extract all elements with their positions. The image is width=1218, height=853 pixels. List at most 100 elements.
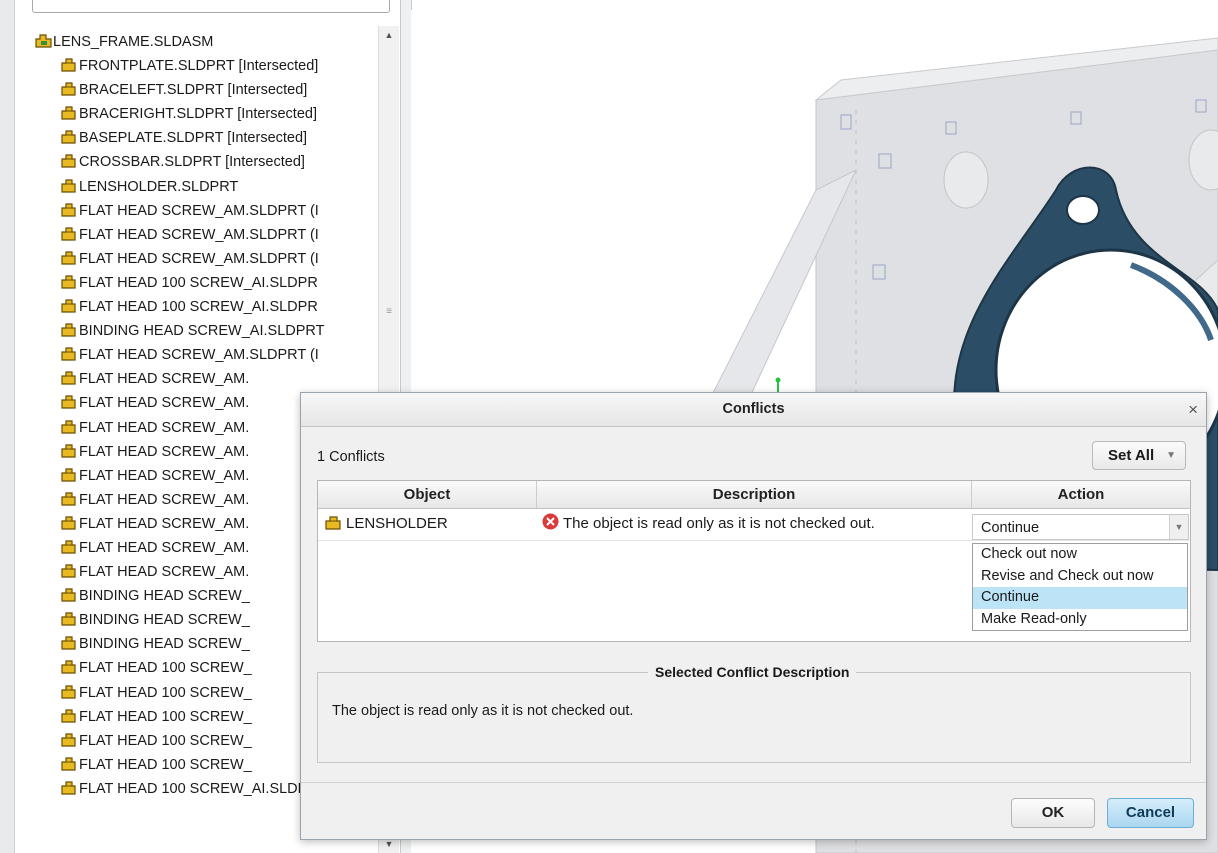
menu-item-make-read-only[interactable]: Make Read-only (973, 609, 1187, 631)
ok-button[interactable]: OK (1011, 798, 1095, 828)
description-text: The object is read only as it is not che… (563, 515, 875, 532)
set-all-button[interactable]: Set All ▼ (1092, 441, 1186, 470)
part-icon (60, 538, 77, 554)
tree-item[interactable]: FRONTPLATE.SLDPRT [Intersected] (22, 54, 378, 78)
part-icon (60, 152, 77, 169)
scroll-grip-icon[interactable]: ≡ (383, 306, 395, 317)
object-name: LENSHOLDER (346, 515, 448, 532)
conflicts-dialog: Conflicts × 1 Conflicts Set All ▼ Object… (300, 392, 1207, 840)
action-options-menu: Check out now Revise and Check out now C… (972, 543, 1188, 631)
scroll-up-arrow-icon[interactable]: ▲ (379, 26, 399, 44)
conflict-count-label: 1 Conflicts (317, 449, 385, 465)
action-selected-value: Continue (981, 520, 1040, 536)
set-all-label: Set All (1108, 447, 1155, 464)
tree-item[interactable]: BRACELEFT.SLDPRT [Intersected] (22, 78, 378, 102)
tree-item-label: BRACERIGHT.SLDPRT [Intersected] (79, 106, 317, 123)
tree-item-label: CROSSBAR.SLDPRT [Intersected] (79, 154, 305, 171)
part-icon (60, 418, 77, 434)
part-icon (60, 393, 77, 410)
tree-item[interactable]: BASEPLATE.SLDPRT [Intersected] (22, 126, 378, 150)
part-icon (60, 779, 77, 795)
tree-item-label: BRACELEFT.SLDPRT [Intersected] (79, 82, 308, 99)
tree-item[interactable]: FLAT HEAD 100 SCREW_AI.SLDPR (22, 271, 378, 295)
part-icon (60, 610, 77, 626)
tree-item-label: FLAT HEAD SCREW_AM.SLDPRT (I (79, 250, 319, 267)
tree-item[interactable]: FLAT HEAD SCREW_AM.SLDPRT (I (22, 247, 378, 271)
part-icon (60, 201, 77, 217)
tree-item-label: FLAT HEAD SCREW_AM. (79, 564, 250, 581)
table-row[interactable]: LENSHOLDER The object is read only as it… (318, 508, 1190, 541)
tree-item-label: FLAT HEAD 100 SCREW_AI.SLDPR (79, 299, 318, 316)
tree-item-label: FLAT HEAD SCREW_AM. (79, 443, 250, 460)
tree-side-strip (0, 0, 15, 853)
dialog-title: Conflicts (722, 401, 785, 417)
tree-item-label: FLAT HEAD 100 SCREW_ (79, 708, 252, 725)
selected-conflict-text: The object is read only as it is not che… (332, 703, 634, 719)
tree-search-field[interactable] (32, 0, 390, 13)
part-icon (60, 658, 77, 675)
tree-item-label: LENSHOLDER.SLDPRT (79, 178, 239, 195)
tree-item-label: BINDING HEAD SCREW_ (79, 612, 250, 629)
part-icon (60, 442, 77, 458)
group-legend: Selected Conflict Description (648, 661, 857, 683)
part-icon (60, 104, 77, 120)
part-icon (60, 321, 77, 337)
assembly-icon (34, 32, 52, 48)
tree-item-label: FLAT HEAD SCREW_AM.SLDPRT (I (79, 226, 319, 243)
part-icon (60, 369, 77, 385)
tree-item-label: FLAT HEAD SCREW_AM. (79, 539, 250, 556)
tree-item-label: BASEPLATE.SLDPRT [Intersected] (79, 130, 308, 147)
tree-item-label: BINDING HEAD SCREW_AI.SLDPRT (79, 323, 325, 340)
column-header-object[interactable]: Object (318, 481, 537, 508)
tree-item[interactable]: FLAT HEAD SCREW_AM. (22, 367, 378, 391)
description-cell: The object is read only as it is not che… (542, 508, 972, 540)
tree-item[interactable]: FLAT HEAD 100 SCREW_AI.SLDPR (22, 295, 378, 319)
tree-item-root[interactable]: LENS_FRAME.SLDASM (22, 30, 378, 54)
cancel-button[interactable]: Cancel (1107, 798, 1194, 828)
tree-item[interactable]: FLAT HEAD SCREW_AM.SLDPRT (I (22, 343, 378, 367)
tree-item[interactable]: BRACERIGHT.SLDPRT [Intersected] (22, 102, 378, 126)
tree-item-label: FRONTPLATE.SLDPRT [Intersected] (79, 58, 319, 75)
part-icon (60, 297, 77, 313)
footer-divider (301, 782, 1206, 783)
menu-item-continue[interactable]: Continue (973, 587, 1187, 609)
tree-item[interactable]: BINDING HEAD SCREW_AI.SLDPRT (22, 319, 378, 343)
tree-item-label: FLAT HEAD 100 SCREW_AI.SLDPR (79, 274, 318, 291)
part-icon (60, 177, 77, 193)
part-icon (60, 755, 77, 771)
tree-item-label: FLAT HEAD SCREW_AM. (79, 419, 250, 436)
part-icon (60, 586, 77, 602)
tree-item[interactable]: FLAT HEAD SCREW_AM.SLDPRT (I (22, 223, 378, 247)
part-icon (324, 510, 342, 542)
tree-item-label: FLAT HEAD SCREW_AM. (79, 371, 250, 388)
tree-item-label: FLAT HEAD 100 SCREW_AI.SLDPR (79, 780, 318, 797)
part-icon (60, 80, 77, 96)
close-icon[interactable]: × (1188, 393, 1198, 426)
menu-item-revise-and-check-out-now[interactable]: Revise and Check out now (973, 566, 1187, 588)
tree-item-label: FLAT HEAD 100 SCREW_ (79, 660, 252, 677)
dialog-titlebar[interactable]: Conflicts × (301, 393, 1206, 427)
column-header-action[interactable]: Action (972, 481, 1190, 508)
tree-item-label: FLAT HEAD 100 SCREW_ (79, 684, 252, 701)
tree-item-label: FLAT HEAD SCREW_AM. (79, 395, 250, 412)
tree-item-label: FLAT HEAD 100 SCREW_ (79, 756, 252, 773)
tree-item-label: BINDING HEAD SCREW_ (79, 636, 250, 653)
tree-item-label: FLAT HEAD SCREW_AM. (79, 515, 250, 532)
action-dropdown[interactable]: Continue ▼ (972, 514, 1189, 540)
tree-item[interactable]: FLAT HEAD SCREW_AM.SLDPRT (I (22, 199, 378, 223)
part-icon (60, 731, 77, 747)
tree-item-label: FLAT HEAD SCREW_AM.SLDPRT (I (79, 202, 319, 219)
tree-item[interactable]: CROSSBAR.SLDPRT [Intersected] (22, 150, 378, 174)
column-header-description[interactable]: Description (537, 481, 972, 508)
part-icon (60, 466, 77, 482)
tree-item-label: LENS_FRAME.SLDASM (53, 34, 214, 50)
tree-item[interactable]: LENSHOLDER.SLDPRT (22, 175, 378, 199)
part-icon (60, 56, 77, 72)
object-cell: LENSHOLDER (324, 508, 534, 540)
part-icon (60, 128, 77, 144)
tree-item-label: FLAT HEAD 100 SCREW_ (79, 732, 252, 749)
error-icon (542, 510, 559, 542)
menu-item-check-out-now[interactable]: Check out now (973, 544, 1187, 566)
chevron-down-icon[interactable]: ▼ (1169, 515, 1188, 539)
tree-item-label: FLAT HEAD SCREW_AM. (79, 467, 250, 484)
